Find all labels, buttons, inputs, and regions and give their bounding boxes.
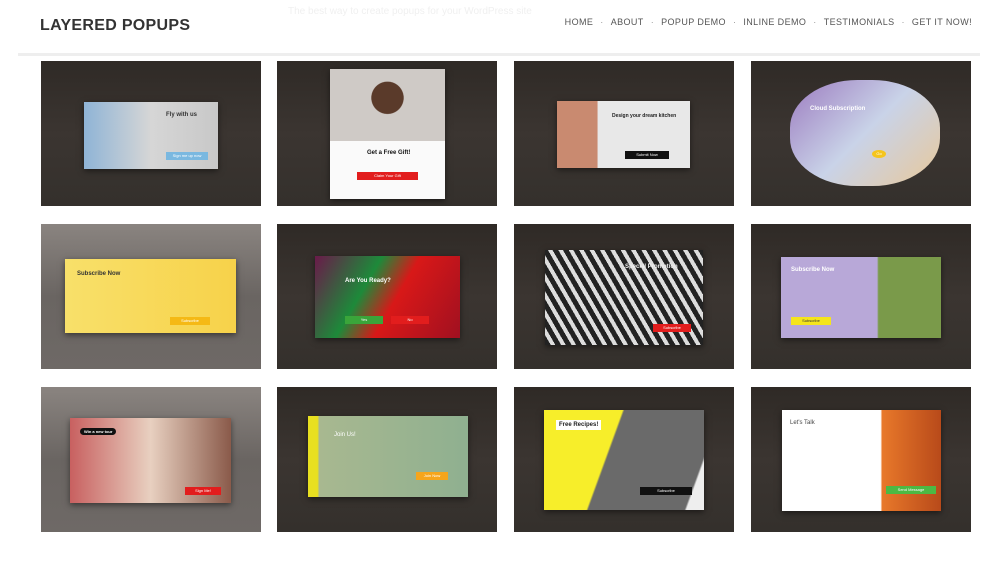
popup-title: Win a new tour xyxy=(80,428,117,435)
popup-preview: Cloud Subscription Go xyxy=(790,80,940,186)
popup-button: Submit Now xyxy=(625,151,669,159)
demo-tile-3[interactable]: Design your dream kitchen Submit Now xyxy=(514,61,734,206)
popup-button: Sign me up now xyxy=(166,152,208,160)
demo-tile-8[interactable]: Subscribe Now Subscribe xyxy=(751,224,971,369)
popup-preview: Subscribe Now Subscribe xyxy=(781,257,941,338)
nav-popup-demo[interactable]: POPUP DEMO xyxy=(661,17,726,27)
popup-preview: Fly with us Sign me up now xyxy=(84,102,218,169)
main-nav: HOME · ABOUT · POPUP DEMO · INLINE DEMO · TE… xyxy=(564,17,972,27)
popup-button-yes: Yes xyxy=(345,316,383,324)
demo-tile-2[interactable]: Get a Free Gift! Claim Your Gift xyxy=(277,61,497,206)
demo-tile-6[interactable]: Are You Ready? Yes No xyxy=(277,224,497,369)
popup-preview: Free Recipes! Subscribe xyxy=(544,410,704,510)
popup-button: Send Message xyxy=(886,486,936,494)
popup-preview: Join Us! Join Now xyxy=(308,416,468,497)
popup-button: Subscribe xyxy=(170,317,210,325)
popup-title: Join Us! xyxy=(334,432,356,438)
demo-tile-9[interactable]: Win a new tour Sign Me! xyxy=(41,387,261,532)
demo-tile-7[interactable]: Special Promotion Subscribe xyxy=(514,224,734,369)
popup-button: Claim Your Gift xyxy=(357,172,418,180)
popup-button: Join Now xyxy=(416,472,448,480)
demo-tile-12[interactable]: Let's Talk Send Message xyxy=(751,387,971,532)
popup-preview: Win a new tour Sign Me! xyxy=(70,418,231,503)
popup-preview: Are You Ready? Yes No xyxy=(315,256,460,338)
popup-title: Let's Talk xyxy=(790,420,815,426)
popup-preview: Let's Talk Send Message xyxy=(782,410,941,511)
popup-title: Subscribe Now xyxy=(791,267,835,273)
popup-preview: Subscribe Now Subscribe xyxy=(65,259,236,333)
popup-preview: Get a Free Gift! Claim Your Gift xyxy=(330,69,445,199)
site-logo[interactable]: LAYERED POPUPS xyxy=(40,17,190,35)
demo-tile-11[interactable]: Free Recipes! Subscribe xyxy=(514,387,734,532)
popup-button: Subscribe xyxy=(653,324,691,332)
popup-button: Subscribe xyxy=(640,487,692,495)
demo-tile-1[interactable]: Fly with us Sign me up now xyxy=(41,61,261,206)
demo-tile-4[interactable]: Cloud Subscription Go xyxy=(751,61,971,206)
demo-tile-5[interactable]: Subscribe Now Subscribe xyxy=(41,224,261,369)
demo-tile-10[interactable]: Join Us! Join Now xyxy=(277,387,497,532)
popup-button: Subscribe xyxy=(791,317,831,325)
nav-home[interactable]: HOME xyxy=(565,17,594,27)
nav-about[interactable]: ABOUT xyxy=(611,17,644,27)
popup-title: Get a Free Gift! xyxy=(367,150,411,156)
tagline: The best way to create popups for your W… xyxy=(288,6,532,17)
site-header: LAYERED POPUPS The best way to create po… xyxy=(18,0,980,56)
popup-button: Sign Me! xyxy=(185,487,221,495)
nav-inline-demo[interactable]: INLINE DEMO xyxy=(743,17,806,27)
popup-title: Cloud Subscription xyxy=(810,106,866,112)
popup-title: Design your dream kitchen xyxy=(612,113,677,119)
popup-preview: Special Promotion Subscribe xyxy=(545,250,703,345)
popup-title: Free Recipes! xyxy=(556,420,602,430)
popup-button: Go xyxy=(872,150,886,158)
popup-button-no: No xyxy=(391,316,429,324)
popup-title: Fly with us xyxy=(166,112,198,118)
popup-title: Are You Ready? xyxy=(345,278,391,284)
popup-title: Subscribe Now xyxy=(77,271,121,277)
nav-get-it-now[interactable]: GET IT NOW! xyxy=(912,17,972,27)
nav-testimonials[interactable]: TESTIMONIALS xyxy=(824,17,895,27)
popup-preview: Design your dream kitchen Submit Now xyxy=(557,101,690,168)
popup-title: Special Promotion xyxy=(625,264,678,270)
